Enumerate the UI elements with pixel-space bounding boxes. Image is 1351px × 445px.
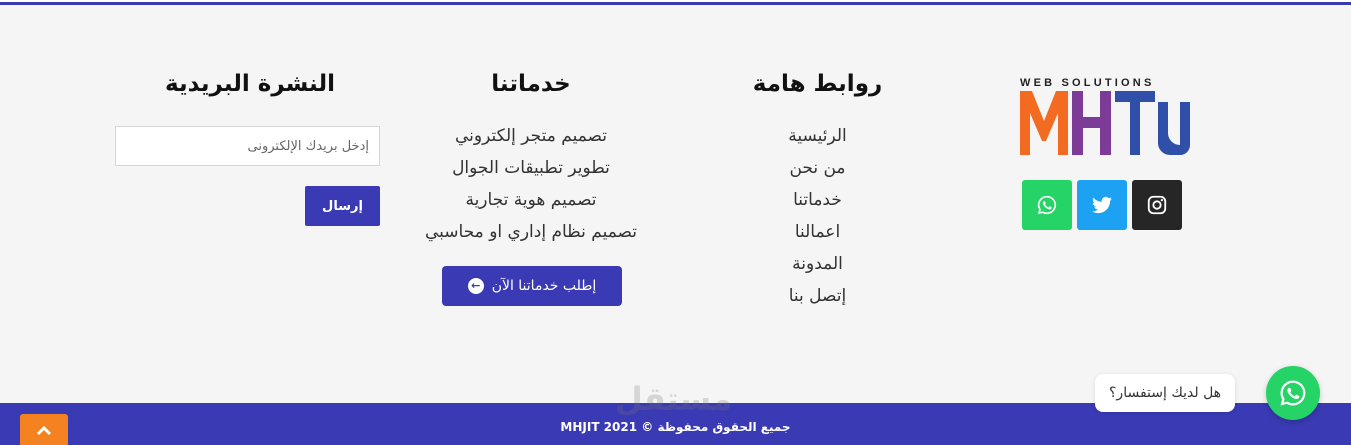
order-services-label: إطلب خدماتنا الآن [491,278,597,294]
service-link[interactable]: تطوير تطبيقات الجوال [400,152,662,184]
service-link[interactable]: تصميم هوية تجارية [400,184,662,216]
links-heading: روابط هامة [752,71,883,97]
send-button[interactable]: إرسال [305,186,380,226]
service-link[interactable]: تصميم متجر إلكتروني [400,120,662,152]
service-link[interactable]: تصميم نظام إداري او محاسبي [400,216,662,248]
social-links [1022,180,1182,230]
footer-link-blog[interactable]: المدونة [730,248,905,280]
whatsapp-icon [1280,380,1306,406]
chevron-up-icon [36,425,52,435]
whatsapp-icon[interactable] [1022,180,1072,230]
watermark-logo: مستقل [615,380,733,418]
copyright-text: جميع الحقوق محفوظة © MHJIT 2021 [560,420,791,434]
footer-link-contact[interactable]: إتصل بنا [730,280,905,312]
links-list: الرئيسية من نحن خدماتنا اعمالنا المدونة … [730,120,905,312]
svg-text:WEB SOLUTIONS: WEB SOLUTIONS [1020,77,1155,89]
services-heading: خدماتنا [491,71,571,97]
arrow-circle-left-icon: ← [467,278,484,294]
services-list: تصميم متجر إلكتروني تطوير تطبيقات الجوال… [400,120,662,248]
order-services-button[interactable]: إطلب خدماتنا الآن ← [442,266,622,306]
chat-prompt[interactable]: هل لديك إستفسار؟ [1095,374,1236,412]
twitter-icon[interactable] [1077,180,1127,230]
footer-link-home[interactable]: الرئيسية [730,120,905,152]
footer-link-services[interactable]: خدماتنا [730,184,905,216]
whatsapp-chat-button[interactable] [1266,366,1320,420]
footer-link-works[interactable]: اعمالنا [730,216,905,248]
scroll-to-top-button[interactable] [20,414,68,445]
email-field[interactable] [115,126,380,166]
newsletter-heading: النشرة البريدية [165,71,335,97]
brand-logo[interactable]: WEB SOLUTIONS [1020,75,1190,160]
footer: النشرة البريدية إرسال خدماتنا تصميم متجر… [0,5,1351,403]
footer-link-about[interactable]: من نحن [730,152,905,184]
instagram-icon[interactable] [1132,180,1182,230]
